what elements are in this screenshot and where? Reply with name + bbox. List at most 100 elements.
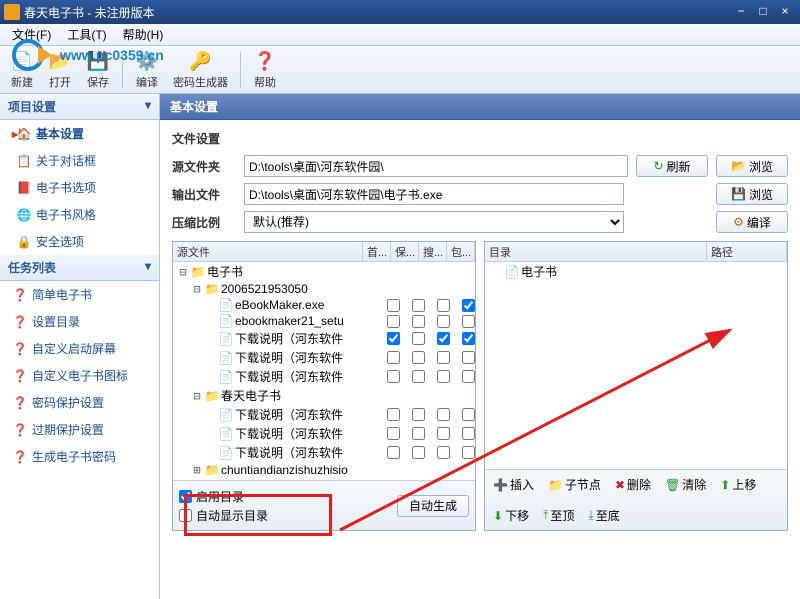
toolbar-save[interactable]: 💾保存 — [80, 48, 116, 92]
tree-node[interactable]: 📄下载说明（河东软件 — [173, 348, 475, 367]
task-item-1[interactable]: ❓设置目录 — [0, 308, 159, 335]
file-checkbox[interactable] — [387, 370, 400, 383]
output-file-input[interactable] — [244, 183, 624, 205]
delete-button[interactable]: ✖删除 — [613, 474, 653, 495]
compile-button[interactable]: ⚙编译 — [716, 211, 788, 233]
directory-tree[interactable]: 📄 电子书 — [485, 262, 787, 469]
browse-src-button[interactable]: 📂浏览 — [716, 155, 788, 177]
tree-node[interactable]: 📄下载说明（河东软件 — [173, 367, 475, 386]
col-include[interactable]: 包... — [447, 242, 475, 262]
toolbar-pwdgen[interactable]: 🔑密码生成器 — [167, 48, 234, 92]
file-checkbox[interactable] — [412, 427, 425, 440]
file-checkbox[interactable] — [462, 408, 475, 421]
toolbar-new[interactable]: 📄新建 — [4, 48, 40, 92]
file-checkbox[interactable] — [412, 299, 425, 312]
menu-tools[interactable]: 工具(T) — [59, 24, 114, 45]
file-checkbox[interactable] — [387, 351, 400, 364]
refresh-button[interactable]: ↻刷新 — [636, 155, 708, 177]
move-down-button[interactable]: ⬇下移 — [491, 505, 531, 526]
file-checkbox[interactable] — [437, 332, 450, 345]
file-checkbox[interactable] — [437, 446, 450, 459]
menu-file[interactable]: 文件(F) — [4, 24, 59, 45]
file-checkbox[interactable] — [462, 370, 475, 383]
file-checkbox[interactable] — [437, 408, 450, 421]
file-checkbox[interactable] — [387, 427, 400, 440]
tree-toggle-icon[interactable]: ⊟ — [191, 282, 203, 296]
dir-item[interactable]: 电子书 — [521, 263, 787, 280]
file-checkbox[interactable] — [412, 351, 425, 364]
task-item-2[interactable]: ❓自定义启动屏幕 — [0, 335, 159, 362]
tree-node[interactable]: 📄ebookmaker21_setu — [173, 313, 475, 329]
file-checkbox[interactable] — [387, 332, 400, 345]
file-checkbox[interactable] — [412, 370, 425, 383]
tree-toggle-icon[interactable]: ⊟ — [191, 389, 203, 403]
tree-node[interactable]: 📄下载说明（河东软件 — [173, 329, 475, 348]
file-checkbox[interactable] — [412, 315, 425, 328]
sidebar-item-2[interactable]: 📕电子书选项 — [0, 174, 159, 201]
file-checkbox[interactable] — [412, 408, 425, 421]
browse-out-button[interactable]: 💾浏览 — [716, 183, 788, 205]
col-dir[interactable]: 目录 — [485, 242, 707, 262]
collapse-icon[interactable]: ▾ — [145, 98, 151, 115]
file-checkbox[interactable] — [387, 408, 400, 421]
task-item-5[interactable]: ❓过期保护设置 — [0, 416, 159, 443]
task-item-6[interactable]: ❓生成电子书密码 — [0, 443, 159, 470]
insert-button[interactable]: ➕插入 — [491, 474, 536, 495]
tree-node[interactable]: ⊟📁电子书 — [173, 262, 475, 281]
file-checkbox[interactable] — [387, 315, 400, 328]
file-checkbox[interactable] — [437, 427, 450, 440]
tree-node[interactable]: 📄eBookMaker.exe — [173, 297, 475, 313]
enable-dir-checkbox[interactable] — [179, 490, 192, 503]
task-item-3[interactable]: ❓自定义电子书图标 — [0, 362, 159, 389]
menu-help[interactable]: 帮助(H) — [115, 24, 172, 45]
child-node-button[interactable]: 📁子节点 — [546, 474, 603, 495]
to-top-button[interactable]: ⤒至顶 — [541, 505, 576, 526]
source-tree[interactable]: ⊟📁电子书⊟📁2006521953050📄eBookMaker.exe📄eboo… — [173, 262, 475, 480]
toolbar-open[interactable]: 📂打开 — [42, 48, 78, 92]
file-checkbox[interactable] — [462, 446, 475, 459]
file-checkbox[interactable] — [437, 370, 450, 383]
file-checkbox[interactable] — [462, 351, 475, 364]
toolbar-help[interactable]: ❓帮助 — [247, 48, 283, 92]
tree-node[interactable]: ⊟📁春天电子书 — [173, 386, 475, 405]
file-checkbox[interactable] — [462, 427, 475, 440]
maximize-button[interactable]: □ — [752, 4, 774, 20]
task-item-0[interactable]: ❓简单电子书 — [0, 281, 159, 308]
to-bottom-button[interactable]: ⤓至底 — [586, 505, 621, 526]
tree-toggle-icon[interactable]: ⊟ — [177, 265, 189, 279]
collapse-icon[interactable]: ▾ — [145, 259, 151, 276]
file-checkbox[interactable] — [462, 299, 475, 312]
file-checkbox[interactable] — [462, 332, 475, 345]
tree-node[interactable]: 📄下载说明（河东软件 — [173, 424, 475, 443]
sidebar-item-4[interactable]: 🔒安全选项 — [0, 228, 159, 255]
file-checkbox[interactable] — [437, 299, 450, 312]
src-folder-input[interactable] — [244, 155, 628, 177]
tree-node[interactable]: ⊟📁2006521953050 — [173, 281, 475, 297]
compression-select[interactable]: 默认(推荐) — [244, 211, 624, 233]
move-up-button[interactable]: ⬆上移 — [718, 474, 758, 495]
col-path[interactable]: 路径 — [707, 242, 787, 262]
file-checkbox[interactable] — [437, 351, 450, 364]
file-checkbox[interactable] — [462, 315, 475, 328]
tree-node[interactable]: ⊞📁chuntiandianzishuzhisio — [173, 462, 475, 478]
col-search[interactable]: 搜... — [419, 242, 447, 262]
tree-node[interactable]: 📄下载说明（河东软件 — [173, 443, 475, 462]
file-checkbox[interactable] — [387, 446, 400, 459]
file-checkbox[interactable] — [387, 299, 400, 312]
tree-toggle-icon[interactable]: ⊞ — [191, 463, 203, 477]
col-save[interactable]: 保... — [391, 242, 419, 262]
tree-node[interactable]: 📄下载说明（河东软件 — [173, 405, 475, 424]
task-item-4[interactable]: ❓密码保护设置 — [0, 389, 159, 416]
auto-generate-button[interactable]: 自动生成 — [397, 495, 469, 517]
sidebar-item-3[interactable]: 🌐电子书风格 — [0, 201, 159, 228]
file-checkbox[interactable] — [437, 315, 450, 328]
col-source[interactable]: 源文件 — [173, 242, 363, 262]
clear-button[interactable]: 🗑清除 — [663, 474, 708, 495]
col-home[interactable]: 首... — [363, 242, 391, 262]
sidebar-item-1[interactable]: 📋关于对话框 — [0, 147, 159, 174]
auto-show-checkbox[interactable] — [179, 509, 192, 522]
sidebar-item-0[interactable]: ▸🏠基本设置 — [0, 120, 159, 147]
toolbar-compile[interactable]: ⚙️编译 — [129, 48, 165, 92]
file-checkbox[interactable] — [412, 332, 425, 345]
close-button[interactable]: × — [774, 4, 796, 20]
